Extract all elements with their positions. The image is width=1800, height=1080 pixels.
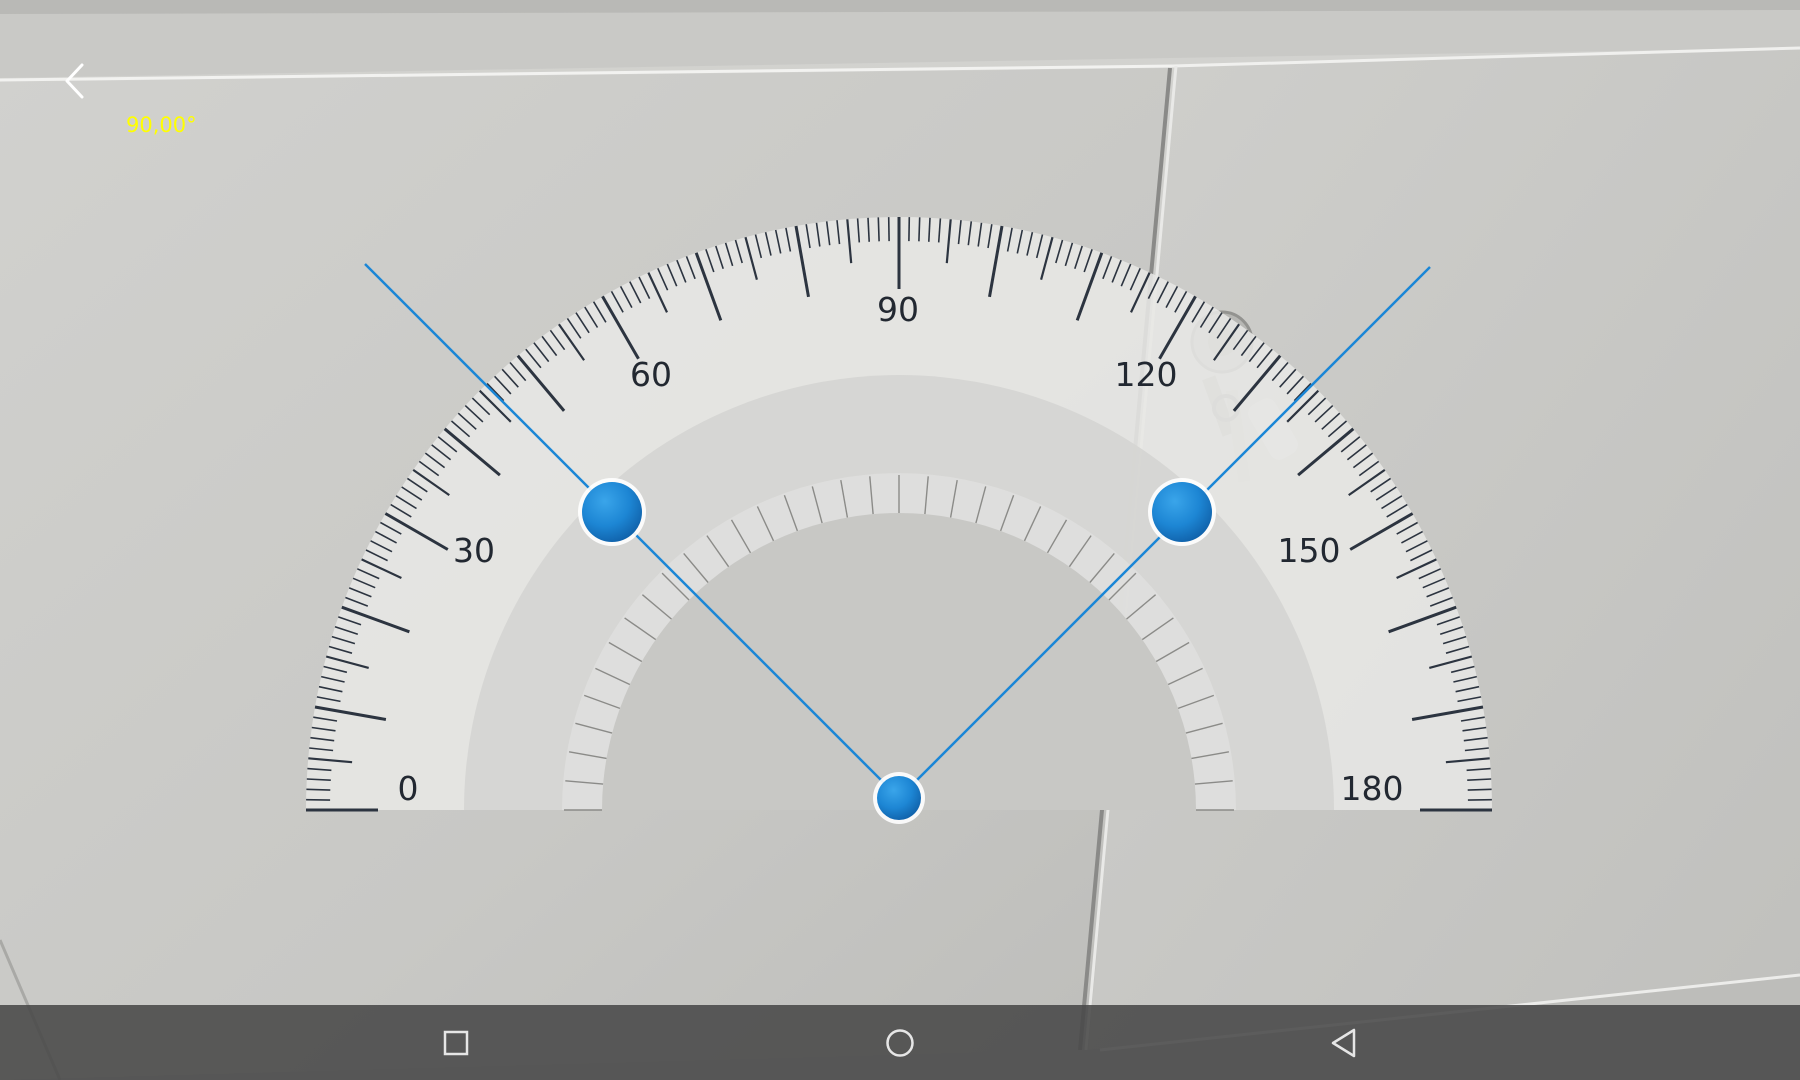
system-back-button[interactable] — [1316, 1015, 1372, 1071]
angle-readout: 90,00° — [126, 113, 197, 137]
vertex-handle[interactable] — [873, 772, 925, 824]
scale-label-120: 120 — [1115, 355, 1178, 394]
protractor-tick — [918, 217, 921, 242]
arm-handle-left[interactable] — [578, 478, 646, 546]
triangle-back-icon — [1331, 1028, 1356, 1058]
circle-icon — [886, 1029, 914, 1057]
scale-label-150: 150 — [1278, 531, 1341, 570]
scale-label-60: 60 — [630, 355, 672, 394]
protractor-tick — [1467, 788, 1492, 791]
scale-label-180: 180 — [1341, 769, 1404, 808]
system-nav-bar — [0, 1005, 1800, 1080]
protractor-screen: 0 30 60 90 120 150 180 90,00° — [0, 0, 1800, 1080]
chevron-left-icon — [65, 63, 84, 99]
home-button[interactable] — [872, 1015, 928, 1071]
square-icon — [443, 1030, 469, 1056]
protractor-tick — [306, 788, 331, 791]
scale-label-0: 0 — [398, 769, 419, 808]
protractor-tick — [877, 217, 880, 242]
recents-button[interactable] — [428, 1015, 484, 1071]
scale-label-30: 30 — [453, 531, 495, 570]
scale-label-90: 90 — [877, 290, 919, 329]
protractor: 0 30 60 90 120 150 180 — [306, 217, 1492, 824]
arm-handle-right[interactable] — [1148, 478, 1216, 546]
back-button[interactable] — [52, 58, 98, 104]
